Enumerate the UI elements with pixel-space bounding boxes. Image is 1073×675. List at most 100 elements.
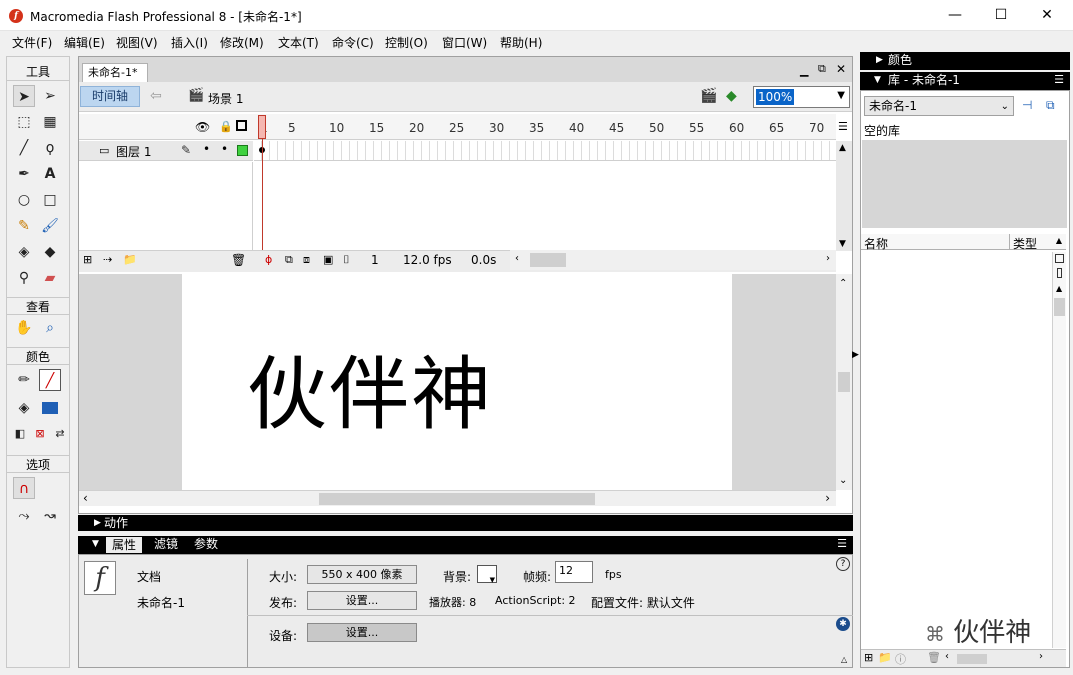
selection-arrow-icon[interactable]: ➤ [13,85,35,107]
timeline-menu-icon[interactable]: ☰ [838,120,848,133]
scroll-left-icon[interactable]: ‹ [515,253,519,264]
zoom-select[interactable]: 100% ▼ [753,86,850,108]
edit-scene-icon[interactable]: 🎬 [700,88,717,104]
accessibility-icon[interactable]: ✱ [836,617,850,631]
scroll-up-icon[interactable]: ▲ [839,143,846,153]
add-motion-guide-icon[interactable]: ⇢ [103,253,112,266]
lock-icon[interactable]: 🔒 [219,120,233,133]
scroll-thumb[interactable] [530,253,566,267]
tab-properties[interactable]: 属性 [106,537,143,553]
expand-arrow-icon[interactable]: ▶ [94,515,101,531]
pin-library-icon[interactable]: ⊣ [1022,98,1032,112]
doc-close-icon[interactable]: ✕ [836,62,846,76]
lock-dot-icon[interactable]: • [221,142,228,156]
playhead[interactable] [258,115,266,139]
panel-menu-icon[interactable]: ☰ [1054,72,1064,88]
scroll-right-icon[interactable]: › [826,253,830,264]
background-color-swatch[interactable]: ▼ [477,565,497,584]
add-layer-icon[interactable]: ⊞ [83,253,92,266]
scroll-right-icon[interactable]: › [825,491,830,505]
modify-onion-markers-icon[interactable]: ⌷ [343,253,350,267]
column-name[interactable]: 名称 [864,235,888,252]
maximize-button[interactable]: ☐ [978,0,1024,31]
collapse-arrow-icon[interactable]: ▼ [92,536,99,552]
library-select[interactable]: 未命名-1 ⌄ [864,96,1014,116]
lasso-tool-icon[interactable]: ϙ [39,137,61,159]
layer-row[interactable]: ▭ 图层 1 ✎ • • [79,141,253,161]
eye-icon[interactable]: 👁 [195,120,210,134]
scroll-thumb[interactable] [957,654,987,664]
onion-skin-icon[interactable]: ⧉ [285,253,293,267]
smooth-icon[interactable]: ⤳ [13,505,35,527]
scroll-down-icon[interactable]: ▼ [839,239,846,249]
layer-color-square[interactable] [237,145,248,156]
zoom-tool-icon[interactable]: ⌕ [39,317,61,339]
document-tab[interactable]: 未命名-1* [82,63,148,82]
outline-square-icon[interactable] [236,120,247,131]
minimize-button[interactable]: — [932,0,978,31]
wide-view-icon[interactable] [1055,254,1064,263]
scene-label[interactable]: 场景 1 [208,90,243,107]
paint-bucket-icon[interactable]: ◆ [39,241,61,263]
rectangle-tool-icon[interactable]: □ [39,189,61,211]
delete-icon[interactable]: 🗑 [927,651,941,664]
menu-text[interactable]: 文本(T) [278,34,319,51]
scroll-up-icon[interactable]: ⌃ [839,278,847,289]
expand-arrow-icon[interactable]: ▶ [876,52,883,68]
fill-color-bucket-icon[interactable]: ◈ [13,397,35,419]
center-frame-icon[interactable]: ϕ [265,253,272,266]
publish-settings-button[interactable]: 设置... [307,591,417,610]
timeline-horizontal-scrollbar[interactable]: ‹ › [510,250,836,270]
fill-color-swatch[interactable] [39,397,61,419]
expand-up-icon[interactable]: △ [841,655,847,664]
back-arrow-icon[interactable]: ⇦ [150,88,162,104]
edit-symbols-icon[interactable]: ◆ [726,88,737,104]
column-type[interactable]: 类型 [1013,235,1037,252]
free-transform-icon[interactable]: ⬚ [13,111,35,133]
menu-help[interactable]: 帮助(H) [500,34,542,51]
eraser-tool-icon[interactable]: ▰ [39,267,61,289]
scroll-down-icon[interactable]: ⌄ [839,475,847,486]
sort-up-icon[interactable]: ▲ [1056,236,1062,245]
menu-view[interactable]: 视图(V) [116,34,158,51]
ink-bottle-icon[interactable]: ◈ [13,241,35,263]
narrow-view-icon[interactable] [1057,268,1062,278]
eyedropper-icon[interactable]: ⚲ [13,267,35,289]
size-button[interactable]: 550 x 400 像素 [307,565,417,584]
gradient-transform-icon[interactable]: ▦ [39,111,61,133]
new-library-panel-icon[interactable]: ⧉ [1046,98,1055,113]
scroll-left-icon[interactable]: ‹ [83,491,88,505]
timeline-ruler[interactable]: 1 5 10 15 20 25 30 35 40 45 50 55 60 65 … [258,116,834,138]
default-colors-icon[interactable]: ◧ [9,423,31,445]
device-settings-button[interactable]: 设置... [307,623,417,642]
doc-minimize-icon[interactable]: ▁ [800,64,808,77]
stage-horizontal-scrollbar[interactable]: ‹ › [79,490,836,506]
no-color-icon[interactable]: ⊠ [29,423,51,445]
scroll-right-icon[interactable]: › [1039,651,1043,662]
menu-window[interactable]: 窗口(W) [442,34,487,51]
scroll-thumb[interactable] [319,493,595,505]
scroll-up-icon[interactable]: ▲ [1056,284,1062,293]
menu-edit[interactable]: 编辑(E) [64,34,105,51]
scroll-thumb[interactable] [1054,298,1065,316]
panel-menu-icon[interactable]: ☰ [837,536,847,552]
frames-grid[interactable] [254,141,836,161]
collapse-arrow-icon[interactable]: ▼ [874,72,881,88]
close-button[interactable]: ✕ [1024,0,1070,31]
edit-multiple-frames-icon[interactable]: ▣ [323,253,333,266]
timeline-toggle-button[interactable]: 时间轴 [80,86,140,107]
colors-panel-header[interactable]: ▶ 颜色 [860,52,1070,70]
straighten-icon[interactable]: ↝ [39,505,61,527]
library-vertical-scrollbar[interactable]: ▲ [1052,252,1066,648]
menu-commands[interactable]: 命令(C) [332,34,374,51]
scroll-left-icon[interactable]: ‹ [945,651,949,662]
tab-parameters[interactable]: 参数 [194,536,218,552]
line-tool-icon[interactable]: ╱ [13,137,35,159]
menu-file[interactable]: 文件(F) [12,34,52,51]
layer-name[interactable]: 图层 1 [116,143,151,160]
collapse-right-icon[interactable]: ▶ [852,350,859,360]
menu-insert[interactable]: 插入(I) [171,34,208,51]
snap-to-objects-icon[interactable]: ∩ [13,477,35,499]
text-tool-icon[interactable]: A [39,163,61,185]
stroke-color-swatch[interactable]: ╱ [39,369,61,391]
